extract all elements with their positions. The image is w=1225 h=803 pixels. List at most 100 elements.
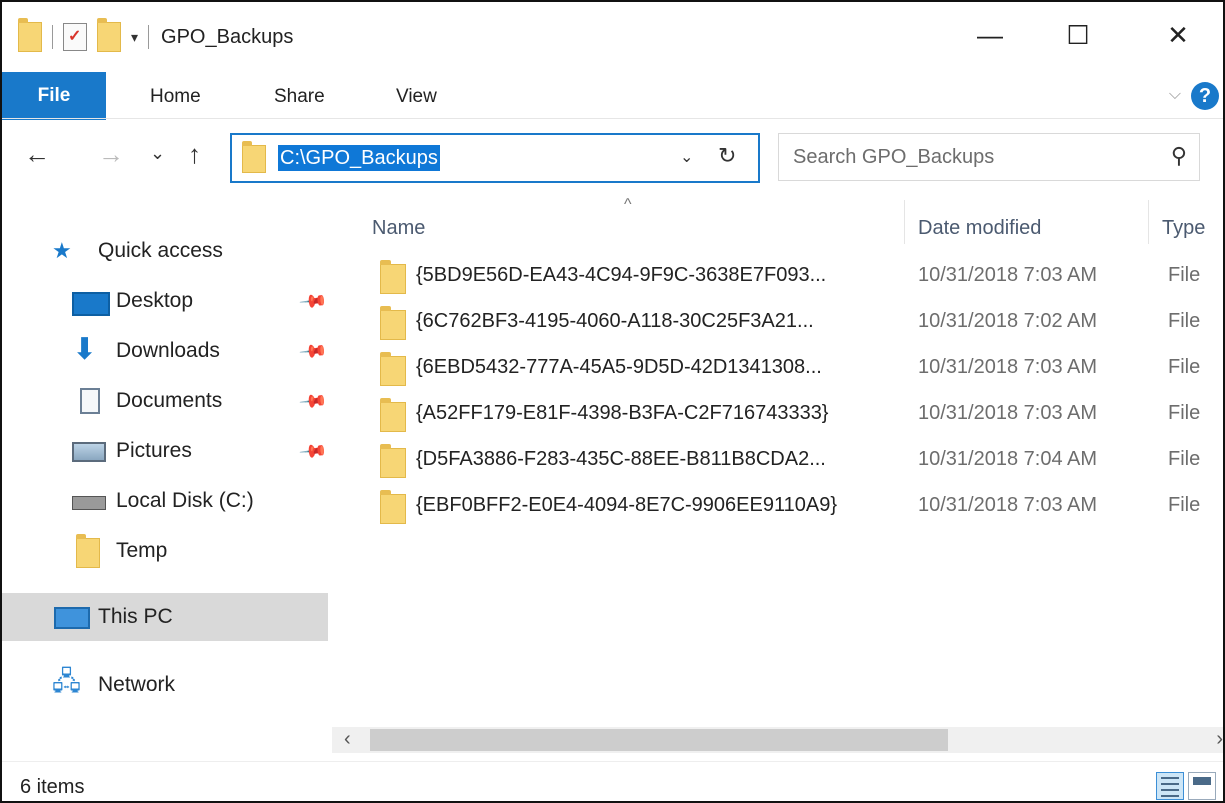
navigation-pane: ★ Quick access Desktop 📌 ⬇ Downloads 📌 D… [2, 192, 332, 752]
folder-icon [242, 141, 266, 173]
expand-ribbon-icon[interactable]: ⌵ [1169, 86, 1181, 104]
sidebar-item-downloads[interactable]: ⬇ Downloads 📌 [2, 328, 329, 374]
sidebar-item-local-disk[interactable]: Local Disk (C:) [2, 478, 328, 524]
network-icon: 🖧 [52, 666, 81, 696]
pictures-icon [72, 442, 106, 462]
sidebar-item-temp[interactable]: Temp [2, 528, 328, 574]
sidebar-item-pictures[interactable]: Pictures 📌 [2, 428, 329, 474]
item-date: 10/31/2018 7:03 AM [918, 356, 1098, 378]
sidebar-item-network[interactable]: 🖧 Network [2, 662, 328, 708]
local-disk-icon [72, 496, 106, 510]
explorer-window: ▾ GPO_Backups — ☐ ✕ File Home Share View… [0, 0, 1225, 803]
search-box[interactable]: ⚲ [778, 133, 1200, 181]
column-header-date[interactable]: Date modified [918, 208, 1041, 248]
folder-icon [380, 306, 406, 340]
search-input[interactable] [791, 134, 1155, 180]
pin-icon: 📌 [298, 335, 329, 366]
close-button[interactable]: ✕ [1148, 14, 1208, 56]
star-icon: ★ [52, 238, 72, 263]
desktop-icon [72, 292, 110, 316]
folder-icon [380, 398, 406, 432]
folder-icon[interactable] [18, 18, 42, 52]
file-list: ^ Name Date modified Type {5BD9E56D-EA43… [332, 192, 1223, 752]
address-text[interactable]: C:\GPO_Backups [278, 145, 440, 171]
item-name: {A52FF179-E81F-4398-B3FA-C2F716743333} [416, 402, 829, 424]
pin-icon: 📌 [298, 285, 329, 316]
minimize-button[interactable]: — [960, 14, 1020, 56]
item-name: {5BD9E56D-EA43-4C94-9F9C-3638E7F093... [416, 264, 827, 286]
new-folder-icon[interactable] [97, 18, 121, 52]
sidebar-item-label: Documents [116, 389, 223, 412]
forward-button[interactable]: → [98, 139, 124, 170]
status-bar: 6 items [2, 761, 1223, 801]
sidebar-item-this-pc[interactable]: This PC [2, 593, 328, 641]
sidebar-item-documents[interactable]: Documents 📌 [2, 378, 329, 424]
list-item[interactable]: {A52FF179-E81F-4398-B3FA-C2F716743333} 1… [332, 392, 1223, 438]
column-divider[interactable] [904, 200, 905, 244]
scroll-left-button[interactable]: ‹ [344, 728, 351, 751]
address-bar[interactable]: C:\GPO_Backups ⌄ ↻ [230, 133, 760, 183]
item-date: 10/31/2018 7:03 AM [918, 264, 1098, 286]
maximize-button[interactable]: ☐ [1048, 14, 1108, 56]
list-item[interactable]: {5BD9E56D-EA43-4C94-9F9C-3638E7F093... 1… [332, 254, 1223, 300]
recent-locations-button[interactable]: ⌄ [150, 143, 165, 164]
column-divider[interactable] [1148, 200, 1149, 244]
sort-ascending-icon: ^ [624, 196, 632, 213]
item-type: File [1168, 402, 1201, 424]
item-name: {6EBD5432-777A-45A5-9D5D-42D1341308... [416, 356, 822, 378]
item-type: File [1168, 310, 1201, 332]
list-item[interactable]: {EBF0BFF2-E0E4-4094-8E7C-9906EE9110A9} 1… [332, 484, 1223, 530]
help-icon[interactable]: ? [1191, 82, 1219, 110]
window-title: GPO_Backups [161, 25, 294, 48]
item-name: {6C762BF3-4195-4060-A118-30C25F3A21... [416, 310, 814, 332]
separator [148, 25, 150, 49]
column-header-name[interactable]: Name [372, 208, 425, 248]
this-pc-icon [54, 607, 90, 629]
tab-file[interactable]: File [2, 72, 106, 120]
list-item[interactable]: {6C762BF3-4195-4060-A118-30C25F3A21... 1… [332, 300, 1223, 346]
sidebar-item-label: Temp [116, 539, 168, 562]
item-date: 10/31/2018 7:03 AM [918, 402, 1098, 424]
pin-icon: 📌 [298, 435, 329, 466]
quick-access-toolbar: ▾ GPO_Backups [18, 18, 294, 52]
refresh-button[interactable]: ↻ [718, 143, 736, 169]
customize-qat-dropdown[interactable]: ▾ [131, 29, 138, 46]
folder-icon [380, 352, 406, 386]
back-button[interactable]: ← [24, 139, 50, 170]
up-button[interactable]: ↑ [188, 139, 201, 170]
sidebar-item-label: Pictures [116, 439, 192, 462]
sidebar-item-desktop[interactable]: Desktop 📌 [2, 278, 329, 324]
item-type: File [1168, 356, 1201, 378]
title-bar: ▾ GPO_Backups — ☐ ✕ [2, 2, 1223, 72]
item-type: File [1168, 494, 1201, 516]
details-view-button[interactable] [1156, 772, 1184, 800]
address-row: ← → ⌄ ↑ C:\GPO_Backups ⌄ ↻ ⚲ [2, 118, 1223, 193]
sidebar-item-label: Desktop [116, 289, 194, 312]
horizontal-scrollbar[interactable]: ‹ › [332, 727, 1223, 753]
scroll-right-button[interactable]: › [1216, 728, 1223, 751]
tab-share[interactable]: Share [274, 76, 325, 118]
list-item[interactable]: {D5FA3886-F283-435C-88EE-B811B8CDA2... 1… [332, 438, 1223, 484]
sidebar-item-label: This PC [98, 605, 173, 628]
scrollbar-thumb[interactable] [370, 729, 948, 751]
item-date: 10/31/2018 7:03 AM [918, 494, 1098, 516]
documents-icon [80, 388, 100, 414]
tab-home[interactable]: Home [150, 76, 201, 118]
sidebar-item-label: Network [98, 673, 176, 696]
search-icon[interactable]: ⚲ [1171, 143, 1187, 169]
item-type: File [1168, 264, 1201, 286]
properties-icon[interactable] [63, 23, 87, 51]
item-count: 6 items [20, 776, 85, 798]
folder-icon [380, 260, 406, 294]
separator [52, 25, 53, 49]
sidebar-item-label: Local Disk (C:) [116, 489, 254, 512]
downloads-icon: ⬇ [72, 333, 98, 366]
large-icons-view-button[interactable] [1188, 772, 1216, 800]
ribbon-tabs: File Home Share View ⌵ ? [2, 72, 1223, 120]
column-header-type[interactable]: Type [1162, 208, 1205, 248]
sidebar-item-label: Downloads [116, 339, 220, 362]
list-item[interactable]: {6EBD5432-777A-45A5-9D5D-42D1341308... 1… [332, 346, 1223, 392]
tab-view[interactable]: View [396, 76, 437, 118]
sidebar-item-quick-access[interactable]: ★ Quick access [2, 228, 328, 274]
address-dropdown[interactable]: ⌄ [680, 147, 693, 167]
